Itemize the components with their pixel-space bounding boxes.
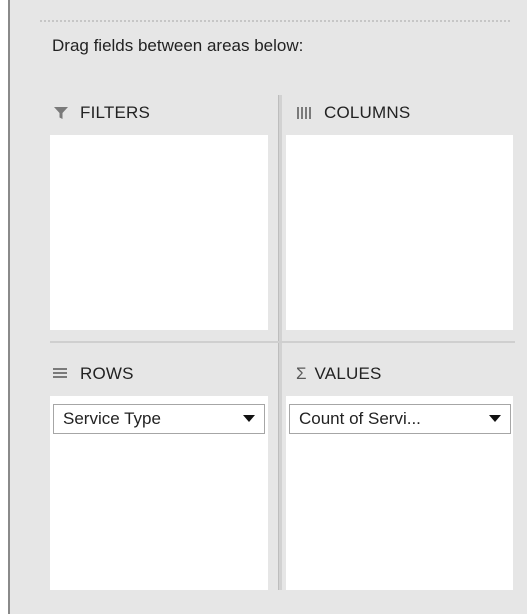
sigma-icon: Σ (296, 364, 307, 383)
rows-label: ROWS (80, 364, 134, 383)
dotted-separator (40, 20, 510, 22)
drag-fields-instruction: Drag fields between areas below: (52, 36, 304, 55)
filters-label: FILTERS (80, 103, 151, 122)
columns-label: COLUMNS (324, 103, 411, 122)
area-horizontal-splitter (50, 341, 515, 343)
filter-icon (52, 105, 70, 121)
columns-drop-area[interactable] (286, 135, 513, 330)
rows-icon (52, 366, 70, 382)
field-name: Service Type (63, 409, 161, 428)
filters-area-header: FILTERS (52, 103, 150, 123)
values-field-count-of-service[interactable]: Count of Servi... (289, 404, 511, 434)
dropdown-arrow-icon[interactable] (486, 404, 504, 434)
columns-icon (296, 105, 314, 121)
values-label: VALUES (314, 364, 382, 383)
rows-area-header: ROWS (52, 364, 134, 384)
field-name: Count of Servi... (299, 409, 421, 428)
filters-drop-area[interactable] (50, 135, 268, 330)
columns-area-header: COLUMNS (296, 103, 410, 123)
values-area-header: Σ VALUES (296, 364, 382, 384)
rows-field-service-type[interactable]: Service Type (53, 404, 265, 434)
dropdown-arrow-icon[interactable] (240, 404, 258, 434)
